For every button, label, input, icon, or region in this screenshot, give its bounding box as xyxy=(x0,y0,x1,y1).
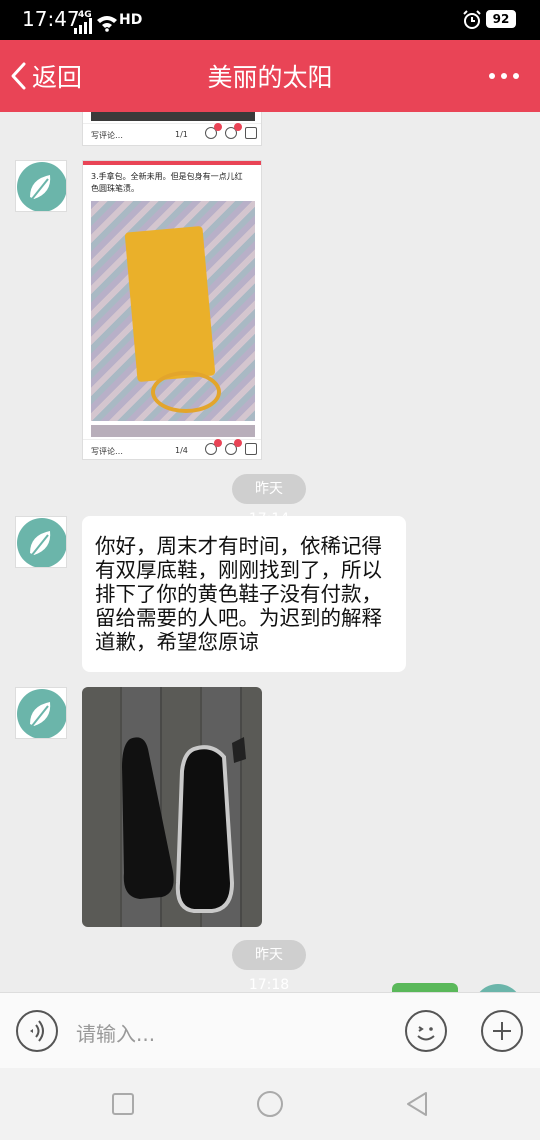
avatar[interactable] xyxy=(15,687,67,739)
timestamp: 昨天17:18 xyxy=(232,940,306,992)
more-options-icon[interactable] xyxy=(486,68,522,84)
screenshot-page: 1/4 xyxy=(175,446,188,455)
text-message[interactable]: 你好，周末才有时间，依稀记得 有双厚底鞋，刚刚找到了，所以 排下了你的黄色鞋子没… xyxy=(82,516,406,672)
emoji-icon xyxy=(417,1026,435,1041)
timestamp: 昨天17:14 xyxy=(232,474,306,527)
signal-icon xyxy=(74,18,92,34)
message-line: 你好，周末才有时间，依稀记得 xyxy=(95,534,382,558)
own-avatar[interactable] xyxy=(472,983,524,992)
message-list[interactable]: 写评论… 1/1 3.手拿包。全新未用。但是包身有一点儿红 色圆珠笔渍。 写评论… xyxy=(0,112,540,992)
screenshot-page: 1/1 xyxy=(175,130,188,139)
leaf-avatar-icon xyxy=(479,984,517,992)
emoji-button[interactable] xyxy=(405,1010,447,1052)
screenshot-footer: 写评论… 1/1 xyxy=(83,123,261,145)
input-bar: 请输入... xyxy=(0,992,540,1068)
voice-button[interactable] xyxy=(16,1010,58,1052)
comment-icon xyxy=(205,123,222,139)
screenshot-comment-label: 写评论… xyxy=(91,447,123,456)
screenshot-comment-label: 写评论… xyxy=(91,131,123,140)
shoes-photo xyxy=(82,687,262,927)
message-input[interactable]: 请输入... xyxy=(76,1018,155,1047)
status-time: 17:47 xyxy=(22,7,80,31)
recent-apps-icon[interactable] xyxy=(111,1092,135,1116)
message-line: 道歉，希望您原谅 xyxy=(95,630,259,654)
chat-header: 返回 美丽的太阳 xyxy=(0,40,540,112)
image-message-screenshot[interactable]: 写评论… 1/1 xyxy=(82,112,262,146)
comment-icon xyxy=(205,439,222,455)
handbag xyxy=(124,225,216,383)
battery-indicator: 92 xyxy=(486,10,516,28)
avatar[interactable] xyxy=(15,516,67,568)
status-bar: 17:47 4G HD 92 xyxy=(0,0,540,40)
image-message-shoes[interactable] xyxy=(82,687,262,927)
screenshot-icons xyxy=(205,439,257,455)
leaf-avatar-icon xyxy=(17,518,66,567)
chat-title: 美丽的太阳 xyxy=(207,63,333,92)
hd-indicator: HD xyxy=(119,12,143,28)
leaf-avatar-icon xyxy=(17,162,66,211)
like-icon xyxy=(225,439,242,455)
system-nav-bar xyxy=(0,1068,540,1140)
screenshot-top-bar xyxy=(83,161,261,165)
screenshot-caption: 3.手拿包。全新未用。但是包身有一点儿红 色圆珠笔渍。 xyxy=(91,172,243,193)
wifi-icon xyxy=(97,16,117,32)
sent-message-bubble[interactable] xyxy=(392,983,458,992)
share-icon xyxy=(245,127,257,139)
back-nav-icon[interactable] xyxy=(404,1090,430,1118)
image-message-screenshot[interactable]: 3.手拿包。全新未用。但是包身有一点儿红 色圆珠笔渍。 写评论… 1/4 xyxy=(82,160,262,460)
alarm-icon xyxy=(463,10,481,29)
handbag-photo-next xyxy=(91,425,255,437)
like-icon xyxy=(225,123,242,139)
screenshot-icons xyxy=(205,123,257,139)
leaf-avatar-icon xyxy=(17,689,66,738)
share-icon xyxy=(245,443,257,455)
voice-icon xyxy=(30,1020,44,1042)
home-icon[interactable] xyxy=(256,1090,284,1118)
message-line: 排下了你的黄色鞋子没有付款， xyxy=(95,582,382,606)
handbag-photo xyxy=(91,201,255,421)
add-button[interactable] xyxy=(481,1010,523,1052)
message-line: 留给需要的人吧。为迟到的解释 xyxy=(95,606,382,630)
plus-icon xyxy=(493,1022,511,1040)
avatar[interactable] xyxy=(15,160,67,212)
handbag-strap xyxy=(151,371,221,413)
screenshot-photo xyxy=(91,112,255,121)
message-line: 有双厚底鞋，刚刚找到了，所以 xyxy=(95,558,382,582)
screenshot-footer: 写评论… 1/4 xyxy=(83,439,261,459)
